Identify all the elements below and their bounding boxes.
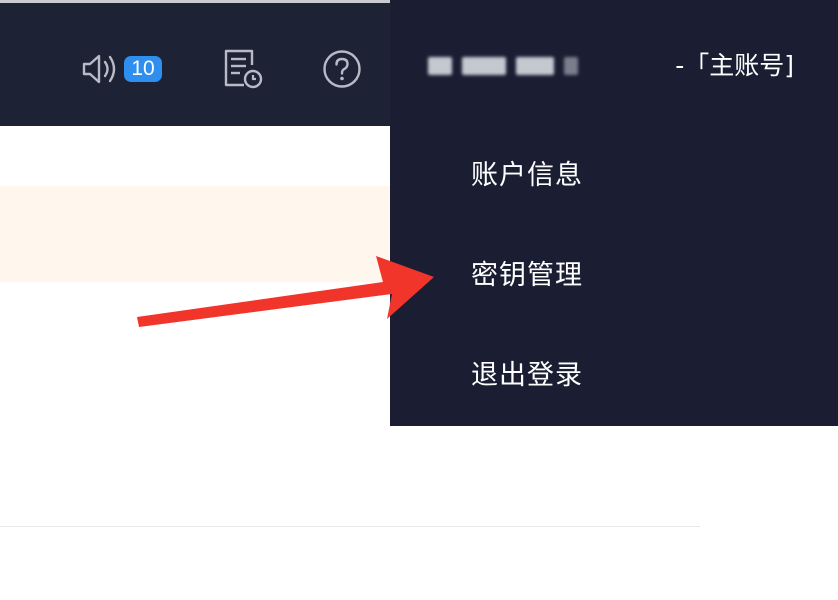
redacted-avatar <box>428 57 452 75</box>
redacted-text <box>564 57 578 75</box>
notification-count-badge: 10 <box>124 56 162 82</box>
notification-button[interactable]: 10 <box>80 47 162 91</box>
menu-item-logout[interactable]: 退出登录 <box>471 356 583 396</box>
account-name-redacted <box>428 46 588 86</box>
menu-item-key-management[interactable]: 密钥管理 <box>471 256 583 296</box>
account-dropdown-menu: 账户信息 密钥管理 退出登录 <box>390 126 838 426</box>
redacted-text <box>462 57 506 75</box>
content-divider <box>0 526 700 527</box>
redacted-text <box>516 57 554 75</box>
question-mark-icon <box>323 50 361 88</box>
menu-item-account-info[interactable]: 账户信息 <box>471 156 583 196</box>
account-role-label: -「主账号] <box>675 51 794 80</box>
help-button[interactable] <box>322 47 362 91</box>
account-menu-trigger[interactable]: -「主账号] <box>390 0 838 126</box>
document-clock-icon <box>224 49 263 89</box>
order-history-button[interactable] <box>222 47 264 91</box>
speaker-icon <box>82 54 116 84</box>
notice-banner <box>0 186 390 282</box>
